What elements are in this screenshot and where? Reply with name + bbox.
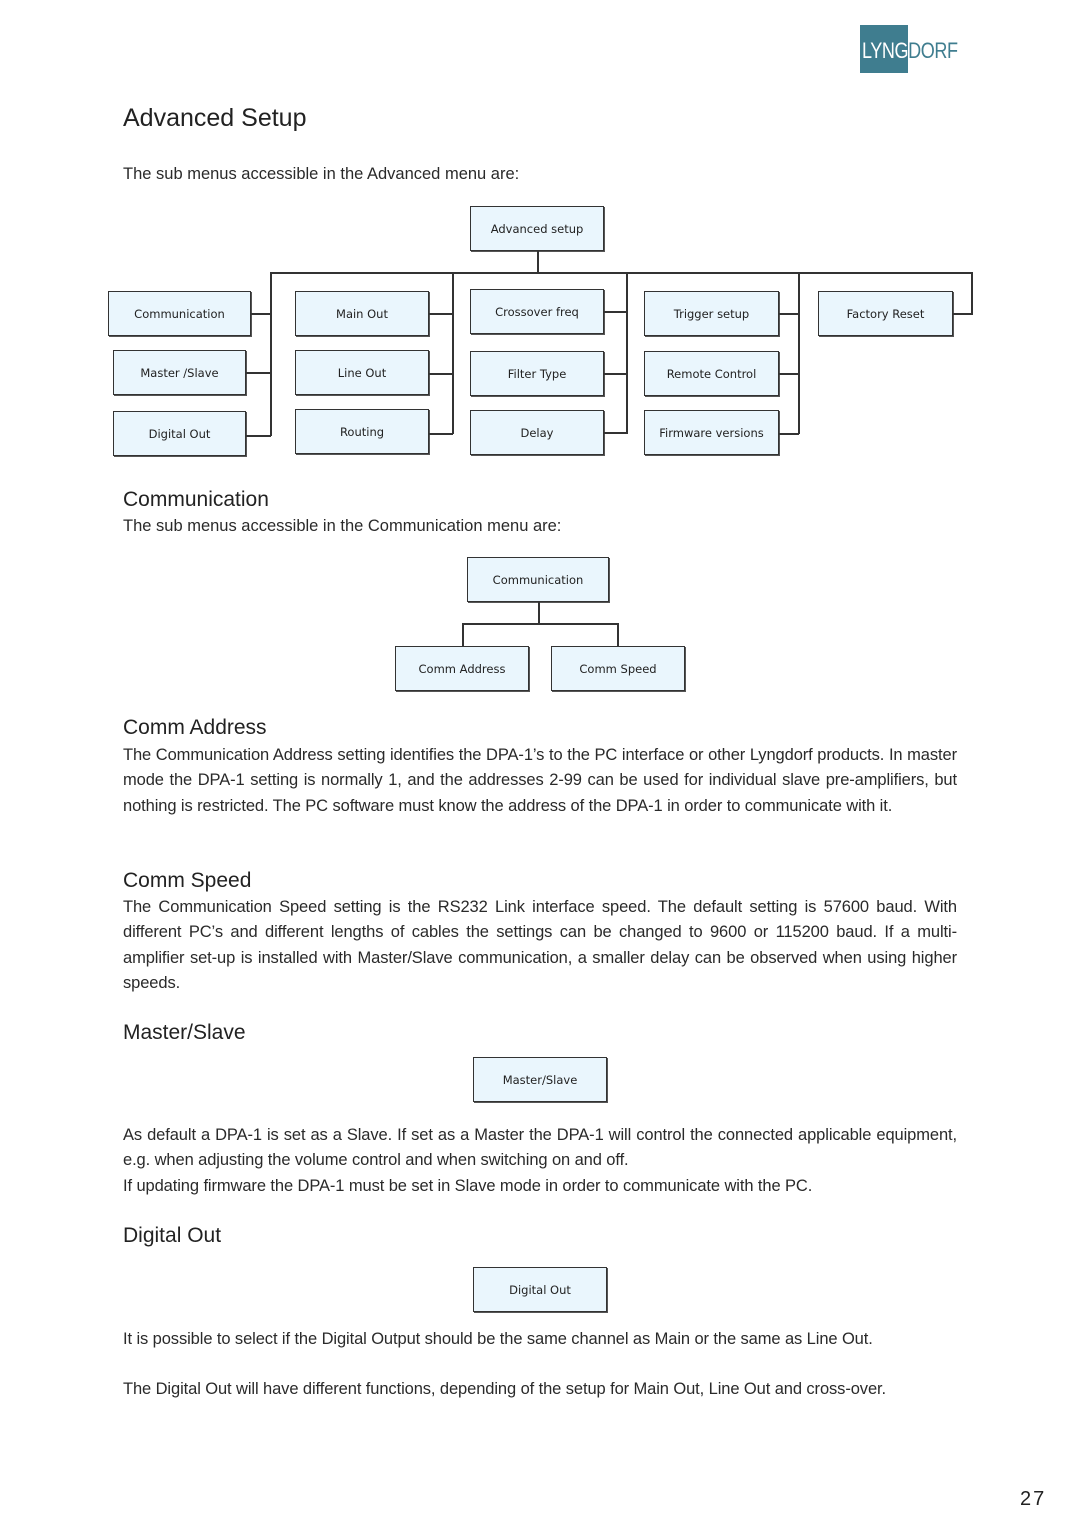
connector bbox=[429, 433, 453, 435]
node-routing: Routing bbox=[295, 409, 429, 454]
brand-logo: LYNGDORF bbox=[862, 40, 958, 62]
connector bbox=[953, 313, 973, 315]
node-crossover-freq: Crossover freq bbox=[470, 289, 604, 334]
section-heading-comm-address: Comm Address bbox=[123, 716, 267, 739]
connector bbox=[617, 623, 619, 646]
connector bbox=[604, 432, 627, 434]
node-filter-type: Filter Type bbox=[470, 351, 604, 396]
logo-text-part1: LYNG bbox=[862, 38, 909, 63]
node-communication-root: Communication bbox=[467, 557, 609, 602]
logo-text-part2: DORF bbox=[908, 38, 958, 63]
node-comm-speed: Comm Speed bbox=[551, 646, 685, 691]
connector bbox=[251, 313, 271, 315]
master-slave-text-2: If updating firmware the DPA-1 must be s… bbox=[123, 1177, 813, 1195]
section-heading-comm-speed: Comm Speed bbox=[123, 869, 252, 892]
connector bbox=[429, 313, 453, 315]
connector bbox=[270, 272, 973, 274]
connector bbox=[779, 313, 799, 315]
node-remote-control: Remote Control bbox=[644, 351, 779, 396]
node-advanced-setup: Advanced setup bbox=[470, 206, 604, 251]
connector bbox=[246, 435, 271, 437]
connector bbox=[779, 373, 799, 375]
page-title: Advanced Setup bbox=[123, 104, 307, 132]
node-digital-out-box: Digital Out bbox=[473, 1267, 607, 1312]
communication-intro: The sub menus accessible in the Communic… bbox=[123, 517, 562, 535]
node-comm-address: Comm Address bbox=[395, 646, 529, 691]
section-heading-communication: Communication bbox=[123, 488, 269, 511]
page-number: 27 bbox=[1020, 1488, 1047, 1510]
connector bbox=[538, 602, 540, 624]
master-slave-text-1: As default a DPA-1 is set as a Slave. If… bbox=[123, 1126, 957, 1170]
connector bbox=[452, 272, 454, 434]
comm-address-text: The Communication Address setting identi… bbox=[123, 746, 957, 815]
node-digital-out: Digital Out bbox=[113, 411, 246, 456]
connector bbox=[429, 373, 453, 375]
connector bbox=[779, 433, 799, 435]
connector bbox=[604, 311, 627, 313]
node-communication: Communication bbox=[108, 291, 251, 336]
connector bbox=[626, 272, 628, 434]
comm-speed-text: The Communication Speed setting is the R… bbox=[123, 898, 957, 992]
advanced-intro: The sub menus accessible in the Advanced… bbox=[123, 165, 520, 183]
connector bbox=[246, 372, 271, 374]
node-trigger-setup: Trigger setup bbox=[644, 291, 779, 336]
section-heading-digital-out: Digital Out bbox=[123, 1224, 222, 1247]
node-delay: Delay bbox=[470, 410, 604, 455]
connector bbox=[270, 272, 272, 436]
node-factory-reset: Factory Reset bbox=[818, 291, 953, 336]
node-firmware-versions: Firmware versions bbox=[644, 410, 779, 455]
connector bbox=[537, 251, 539, 273]
node-master-slave: Master /Slave bbox=[113, 350, 246, 395]
digital-out-text-1: It is possible to select if the Digital … bbox=[123, 1330, 873, 1348]
connector bbox=[604, 373, 627, 375]
node-master-slave-box: Master/Slave bbox=[473, 1057, 607, 1102]
connector bbox=[462, 623, 618, 625]
node-line-out: Line Out bbox=[295, 350, 429, 395]
connector bbox=[798, 272, 800, 434]
node-main-out: Main Out bbox=[295, 291, 429, 336]
section-heading-master-slave: Master/Slave bbox=[123, 1021, 246, 1044]
digital-out-text-2: The Digital Out will have different func… bbox=[123, 1380, 886, 1398]
connector bbox=[462, 623, 464, 646]
connector bbox=[971, 272, 973, 314]
